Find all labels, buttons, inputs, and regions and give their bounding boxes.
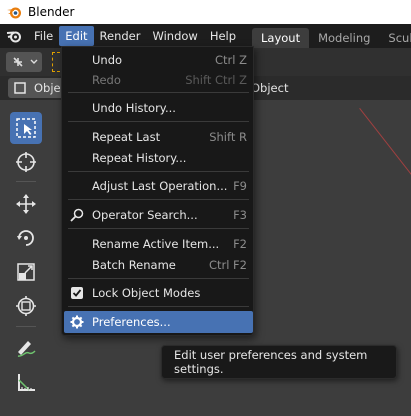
tab-modeling[interactable]: Modeling	[309, 28, 379, 48]
menu-item-preferences[interactable]: Preferences...	[64, 311, 253, 333]
scale-tool[interactable]	[10, 256, 42, 288]
menu-item-adjust-last-operation[interactable]: Adjust Last Operation... F9	[62, 175, 255, 197]
menu-item-operator-search[interactable]: Operator Search... F3	[62, 204, 255, 226]
menu-edit[interactable]: Edit	[59, 26, 94, 46]
search-icon	[69, 207, 85, 223]
preferences-tooltip: Edit user preferences and system setting…	[161, 345, 397, 379]
move-tool[interactable]	[10, 188, 42, 220]
menu-file[interactable]: File	[28, 26, 59, 46]
menu-window[interactable]: Window	[146, 26, 203, 46]
measure-icon	[18, 374, 35, 391]
grid-axis-line	[359, 108, 411, 204]
select-box-icon	[16, 118, 36, 138]
blender-logo-icon	[7, 7, 21, 19]
menu-item-rename-active-item[interactable]: Rename Active Item... F2	[62, 233, 255, 255]
gear-icon	[69, 314, 85, 330]
checkbox-checked-icon[interactable]	[69, 285, 85, 301]
tab-layout[interactable]: Layout	[252, 28, 310, 48]
menu-item-redo[interactable]: Redo Shift Ctrl Z	[62, 69, 255, 91]
object-mode-dropdown[interactable]: Objec	[8, 78, 67, 98]
scale-icon	[17, 263, 35, 281]
menu-item-lock-object-modes[interactable]: Lock Object Modes	[62, 282, 255, 304]
menu-item-repeat-history[interactable]: Repeat History...	[62, 147, 255, 169]
measure-tool[interactable]	[10, 366, 42, 398]
annotate-pen-icon	[17, 341, 36, 357]
object-cube-icon	[14, 82, 26, 94]
tab-sculpt[interactable]: Sculpt	[379, 28, 411, 48]
menu-item-undo-history[interactable]: Undo History...	[62, 97, 255, 119]
object-menu[interactable]: Object	[251, 81, 288, 95]
top-menubar: File Edit Render Window Help Layout Mode…	[0, 24, 411, 48]
window-titlebar: Blender	[0, 0, 411, 24]
cursor-icon	[16, 152, 36, 172]
menu-render[interactable]: Render	[94, 26, 147, 46]
blender-menu-icon[interactable]	[0, 24, 28, 48]
transform-icon	[16, 296, 36, 316]
menu-help[interactable]: Help	[204, 26, 242, 46]
select-box-mode-icon[interactable]	[52, 52, 60, 72]
select-box-tool[interactable]	[10, 112, 42, 144]
rotate-tool[interactable]	[10, 222, 42, 254]
edit-menu-dropdown: Undo Ctrl Z Redo Shift Ctrl Z Undo Histo…	[61, 46, 254, 336]
menu-item-undo[interactable]: Undo Ctrl Z	[62, 49, 255, 71]
window-title: Blender	[28, 5, 75, 19]
annotate-tool[interactable]	[10, 332, 42, 364]
tooltip-text: Edit user preferences and system setting…	[174, 348, 368, 376]
transform-tool[interactable]	[10, 290, 42, 322]
move-icon	[16, 194, 36, 214]
axis-icon	[13, 57, 38, 67]
cursor-tool[interactable]	[10, 146, 42, 178]
editor-type-button[interactable]	[6, 52, 42, 72]
menu-item-batch-rename[interactable]: Batch Rename Ctrl F2	[62, 254, 255, 276]
workspace-tabs: Layout Modeling Sculpt	[252, 28, 411, 48]
menu-item-repeat-last[interactable]: Repeat Last Shift R	[62, 126, 255, 148]
rotate-icon	[17, 230, 34, 246]
